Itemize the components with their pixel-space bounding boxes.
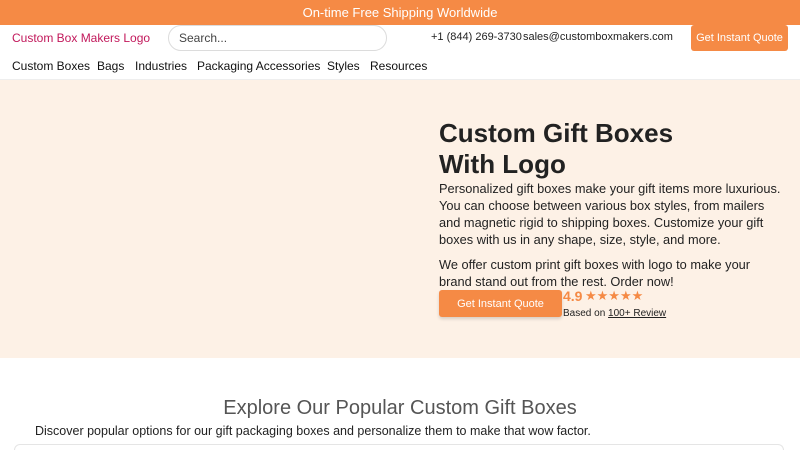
hero-title-line2: With Logo	[439, 149, 566, 179]
search-input[interactable]	[169, 26, 386, 50]
email-link[interactable]: sales@customboxmakers.com	[523, 31, 673, 43]
nav-item-packaging-accessories[interactable]: Packaging Accessories	[197, 59, 320, 73]
based-on-label: Based on	[563, 308, 606, 319]
product-card-row	[14, 444, 784, 450]
nav-item-industries[interactable]: Industries	[135, 59, 187, 73]
nav-item-styles[interactable]: Styles	[327, 59, 360, 73]
review-summary: Based on 100+ Review	[563, 308, 666, 319]
section-subtitle: Discover popular options for our gift pa…	[35, 424, 591, 438]
site-header: Custom Box Makers Logo +1 (844) 269-3730…	[0, 25, 800, 52]
hero-quote-button[interactable]: Get Instant Quote	[439, 290, 562, 317]
section-title: Explore Our Popular Custom Gift Boxes	[223, 397, 577, 419]
phone-link[interactable]: +1 (844) 269-3730	[431, 31, 522, 43]
shipping-banner: On-time Free Shipping Worldwide	[0, 0, 800, 25]
hero-title-line1: Custom Gift Boxes	[439, 118, 674, 148]
hero-title: Custom Gift Boxes With Logo	[439, 118, 779, 180]
nav-item-bags[interactable]: Bags	[97, 59, 124, 73]
nav-item-custom-boxes[interactable]: Custom Boxes	[12, 59, 90, 73]
main-nav: Custom Boxes Bags Industries Packaging A…	[0, 52, 800, 80]
site-logo[interactable]: Custom Box Makers Logo	[12, 31, 150, 45]
star-rating-icon: ★★★★★	[585, 288, 644, 303]
review-link[interactable]: 100+ Review	[608, 308, 666, 319]
rating-score: 4.9	[563, 288, 583, 304]
hero-description: Personalized gift boxes make your gift i…	[439, 181, 781, 247]
hero-section: Custom Gift Boxes With Logo Personalized…	[0, 80, 800, 358]
hero-description-secondary: We offer custom print gift boxes with lo…	[439, 257, 751, 289]
header-quote-button[interactable]: Get Instant Quote	[691, 25, 788, 51]
search-box	[168, 25, 387, 51]
nav-item-resources[interactable]: Resources	[370, 59, 427, 73]
